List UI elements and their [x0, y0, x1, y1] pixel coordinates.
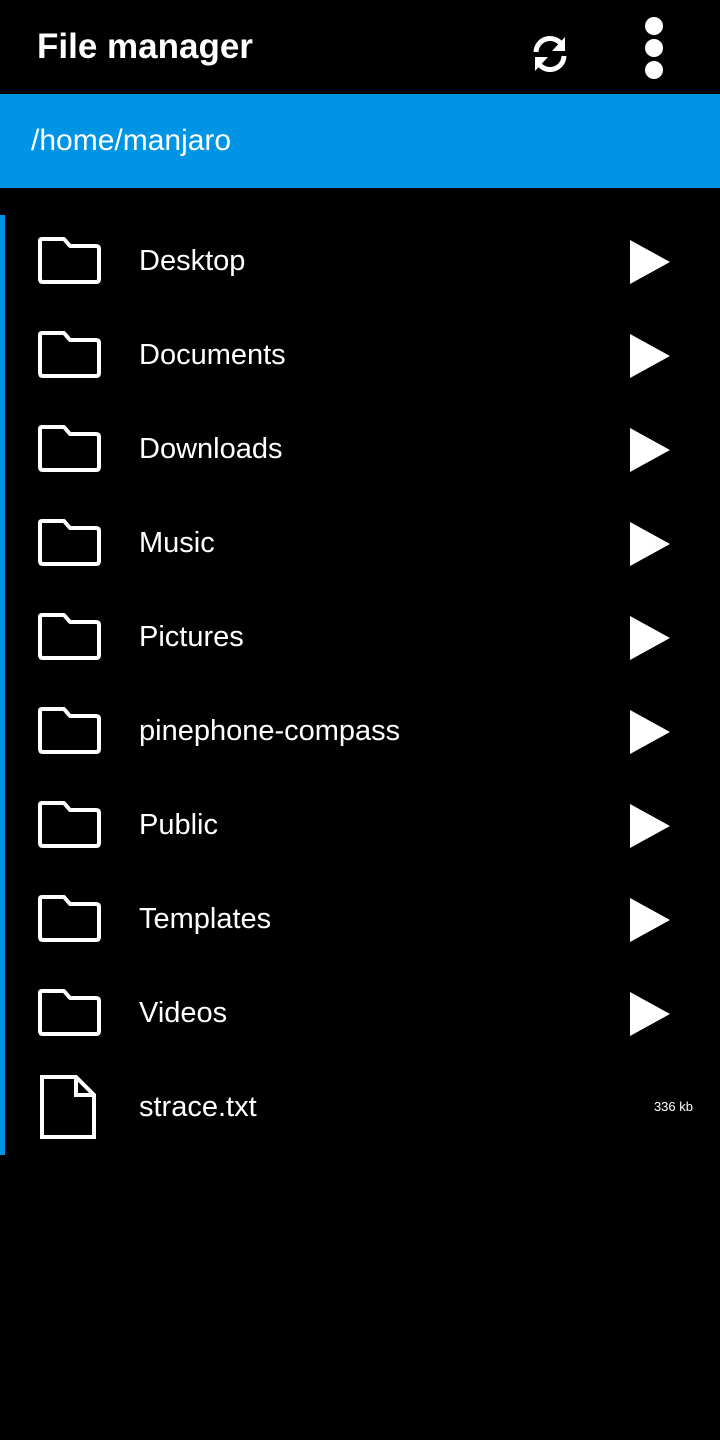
- open-arrow-icon[interactable]: [628, 238, 672, 286]
- open-arrow-icon[interactable]: [628, 332, 672, 380]
- refresh-icon: [533, 36, 567, 72]
- file-row-strace[interactable]: strace.txt 336 kb: [0, 1061, 720, 1155]
- open-arrow-icon[interactable]: [628, 990, 672, 1038]
- entry-name: Desktop: [139, 245, 246, 277]
- open-arrow-icon[interactable]: [628, 708, 672, 756]
- folder-icon: [38, 895, 101, 942]
- folder-icon: [38, 801, 101, 848]
- file-manager-app: File manager /home/manjaro Desktop Docum…: [0, 0, 720, 1440]
- overflow-menu-button[interactable]: [628, 14, 680, 82]
- refresh-button[interactable]: [522, 26, 578, 82]
- folder-icon: [38, 519, 101, 566]
- entry-name: Music: [139, 527, 215, 559]
- entry-name: pinephone-compass: [139, 715, 401, 747]
- folder-row-pinephone-compass[interactable]: pinephone-compass: [0, 685, 720, 779]
- file-icon: [40, 1075, 96, 1139]
- folder-row-music[interactable]: Music: [0, 497, 720, 591]
- entry-name: Downloads: [139, 433, 283, 465]
- folder-row-templates[interactable]: Templates: [0, 873, 720, 967]
- path-bar[interactable]: /home/manjaro: [0, 94, 720, 188]
- open-arrow-icon[interactable]: [628, 426, 672, 474]
- entry-name: Pictures: [139, 621, 244, 653]
- open-arrow-icon[interactable]: [628, 520, 672, 568]
- folder-row-documents[interactable]: Documents: [0, 309, 720, 403]
- folder-icon: [38, 613, 101, 660]
- folder-row-public[interactable]: Public: [0, 779, 720, 873]
- open-arrow-icon[interactable]: [628, 614, 672, 662]
- folder-icon: [38, 707, 101, 754]
- app-title: File manager: [37, 27, 253, 66]
- entry-name: Public: [139, 809, 218, 841]
- open-arrow-icon[interactable]: [628, 896, 672, 944]
- file-list[interactable]: Desktop Documents Downloads Music Pictur…: [0, 215, 720, 1155]
- file-size: 336 kb: [653, 1099, 693, 1114]
- entry-name: Documents: [139, 339, 286, 371]
- entry-name: strace.txt: [139, 1091, 257, 1123]
- folder-row-downloads[interactable]: Downloads: [0, 403, 720, 497]
- folder-icon: [38, 989, 101, 1036]
- folder-icon: [38, 425, 101, 472]
- app-header: File manager: [0, 0, 720, 94]
- folder-row-videos[interactable]: Videos: [0, 967, 720, 1061]
- open-arrow-icon[interactable]: [628, 802, 672, 850]
- folder-icon: [38, 331, 101, 378]
- folder-row-pictures[interactable]: Pictures: [0, 591, 720, 685]
- folder-icon: [38, 237, 101, 284]
- folder-row-desktop[interactable]: Desktop: [0, 215, 720, 309]
- more-vertical-icon: [645, 17, 663, 79]
- entry-name: Templates: [139, 903, 272, 935]
- current-path: /home/manjaro: [31, 124, 232, 157]
- entry-name: Videos: [139, 997, 228, 1029]
